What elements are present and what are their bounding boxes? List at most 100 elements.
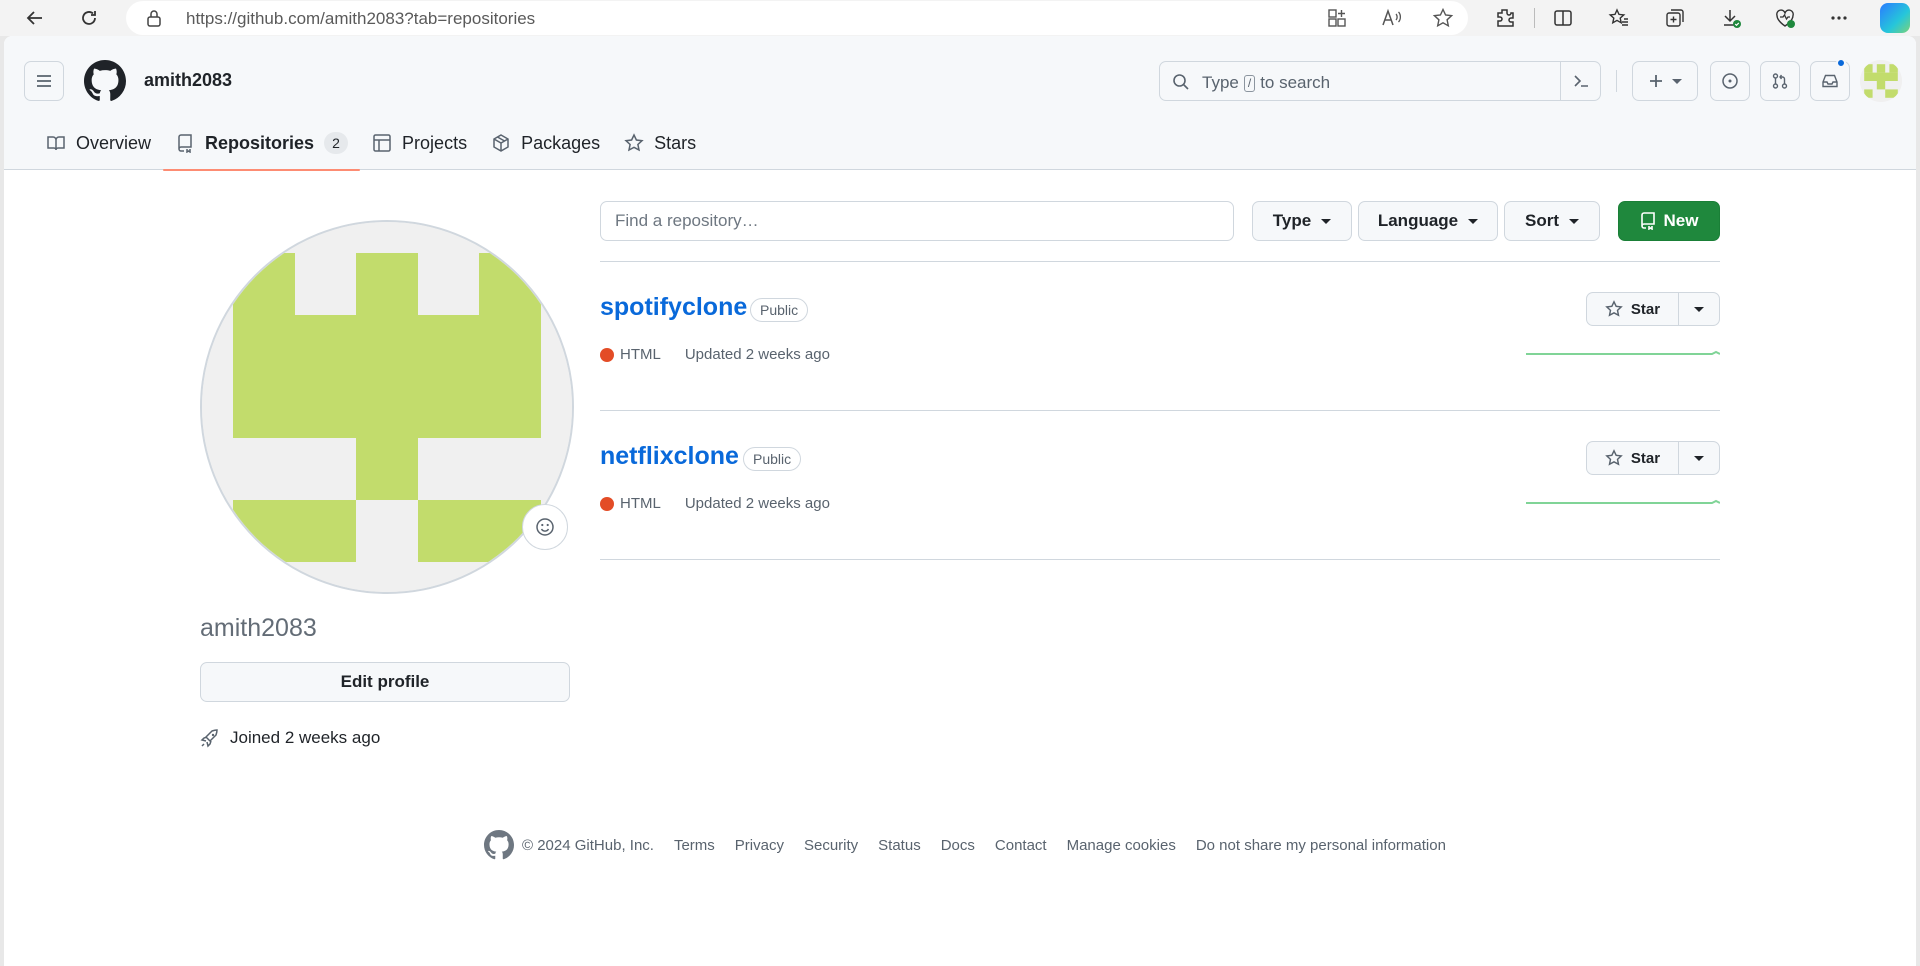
type-filter-label: Type [1272, 211, 1312, 230]
new-repository-button[interactable]: New [1618, 201, 1720, 241]
chevron-down-icon [1321, 218, 1332, 224]
back-icon[interactable] [20, 3, 50, 33]
language-filter-button[interactable]: Language [1358, 201, 1498, 241]
plus-icon [1650, 75, 1662, 87]
book-icon [46, 133, 66, 153]
github-logo-icon[interactable] [84, 60, 126, 102]
repo-language: HTML [620, 495, 661, 512]
repo-language: HTML [620, 346, 661, 363]
search-placeholder: Type / to search [1202, 73, 1330, 93]
type-filter-button[interactable]: Type [1252, 201, 1352, 241]
notification-indicator [1836, 58, 1846, 68]
menu-icon[interactable] [24, 61, 64, 101]
command-palette-icon[interactable] [1560, 62, 1600, 100]
page-footer: © 2024 GitHub, Inc. Terms Privacy Securi… [484, 830, 1466, 860]
read-aloud-icon[interactable] [1380, 7, 1402, 29]
activity-sparkline [1526, 350, 1720, 355]
star-icon [1605, 300, 1623, 317]
create-new-button[interactable] [1632, 61, 1698, 101]
chevron-down-icon [1694, 455, 1704, 461]
star-list-dropdown[interactable] [1679, 442, 1719, 474]
list-divider [600, 410, 1720, 411]
chevron-down-icon [1468, 218, 1479, 224]
tab-projects[interactable]: Projects [360, 116, 479, 170]
url-text[interactable]: https://github.com/amith2083?tab=reposit… [186, 9, 535, 29]
copilot-icon[interactable] [1880, 3, 1910, 33]
set-status-icon[interactable] [522, 504, 568, 550]
joined-text: Joined 2 weeks ago [230, 728, 381, 747]
apps-icon[interactable] [1326, 7, 1348, 29]
favorites-icon[interactable] [1606, 5, 1632, 31]
footer-link-privacy[interactable]: Privacy [735, 837, 784, 854]
chevron-down-icon [1569, 218, 1579, 224]
tab-stars[interactable]: Stars [612, 116, 708, 170]
header-username[interactable]: amith2083 [144, 70, 232, 91]
tab-stars-label: Stars [654, 132, 697, 153]
footer-link-security[interactable]: Security [804, 837, 858, 854]
footer-link-status[interactable]: Status [878, 837, 921, 854]
tab-overview[interactable]: Overview [34, 116, 163, 170]
footer-link-manage-cookies[interactable]: Manage cookies [1067, 837, 1176, 854]
repo-link-spotifyclone[interactable]: spotifyclone [600, 293, 747, 322]
find-repository-input[interactable] [600, 201, 1234, 241]
table-icon [372, 133, 392, 153]
pull-requests-icon[interactable] [1760, 61, 1800, 101]
list-divider [600, 261, 1720, 262]
github-header: amith2083 Type / to search Overview Repo… [4, 36, 1916, 171]
repo-meta: HTML Updated 2 weeks ago [600, 495, 830, 512]
tab-projects-label: Projects [402, 132, 468, 153]
profile-avatar[interactable] [200, 220, 574, 594]
sort-filter-button[interactable]: Sort [1504, 201, 1600, 241]
visibility-badge: Public [750, 298, 809, 322]
edit-profile-button[interactable]: Edit profile [200, 662, 570, 702]
browser-essentials-icon[interactable] [1772, 5, 1798, 31]
issues-icon[interactable] [1710, 61, 1750, 101]
chevron-down-icon [1672, 78, 1682, 84]
star-button[interactable]: Star [1587, 442, 1679, 474]
downloads-icon[interactable] [1718, 5, 1744, 31]
list-divider [600, 559, 1720, 560]
toolbar-divider [1534, 8, 1535, 28]
activity-sparkline [1526, 499, 1720, 504]
search-icon [1172, 73, 1190, 91]
user-avatar[interactable] [1860, 60, 1902, 102]
star-button-group: Star [1586, 441, 1720, 475]
search-placeholder-pre: Type [1202, 73, 1239, 92]
repo-updated: Updated 2 weeks ago [684, 495, 830, 512]
star-icon [624, 133, 644, 153]
chevron-down-icon [1694, 306, 1704, 312]
extensions-icon[interactable] [1492, 5, 1518, 31]
favorite-star-icon[interactable] [1432, 7, 1454, 29]
sort-filter-label: Sort [1525, 211, 1559, 230]
footer-link-contact[interactable]: Contact [995, 837, 1047, 854]
tab-repositories[interactable]: Repositories 2 [163, 116, 361, 171]
header-divider [1616, 70, 1617, 92]
star-icon [1605, 449, 1623, 466]
refresh-icon[interactable] [74, 3, 104, 33]
more-icon[interactable] [1826, 5, 1852, 31]
footer-link-docs[interactable]: Docs [941, 837, 975, 854]
repo-meta: HTML Updated 2 weeks ago [600, 346, 830, 363]
github-page: amith2083 Type / to search Overview Repo… [4, 36, 1916, 966]
tab-overview-label: Overview [76, 132, 152, 153]
repo-icon [175, 133, 195, 153]
browser-toolbar: https://github.com/amith2083?tab=reposit… [0, 0, 1920, 36]
profile-username: amith2083 [200, 614, 317, 642]
repo-link-netflixclone[interactable]: netflixclone [600, 442, 739, 471]
star-button[interactable]: Star [1587, 293, 1679, 325]
github-footer-logo-icon[interactable] [484, 830, 514, 860]
joined-info: Joined 2 weeks ago [200, 728, 380, 748]
star-list-dropdown[interactable] [1679, 293, 1719, 325]
collections-icon[interactable] [1662, 5, 1688, 31]
rocket-icon [200, 728, 220, 748]
split-screen-icon[interactable] [1550, 5, 1576, 31]
global-search-input[interactable]: Type / to search [1159, 61, 1601, 101]
language-color-dot [600, 496, 614, 511]
search-placeholder-post: to search [1260, 73, 1331, 92]
footer-link-do-not-share[interactable]: Do not share my personal information [1196, 837, 1446, 854]
address-bar[interactable]: https://github.com/amith2083?tab=reposit… [126, 1, 1468, 35]
tab-packages[interactable]: Packages [479, 116, 612, 170]
lock-icon [146, 9, 162, 27]
footer-link-terms[interactable]: Terms [674, 837, 715, 854]
language-color-dot [600, 347, 614, 362]
